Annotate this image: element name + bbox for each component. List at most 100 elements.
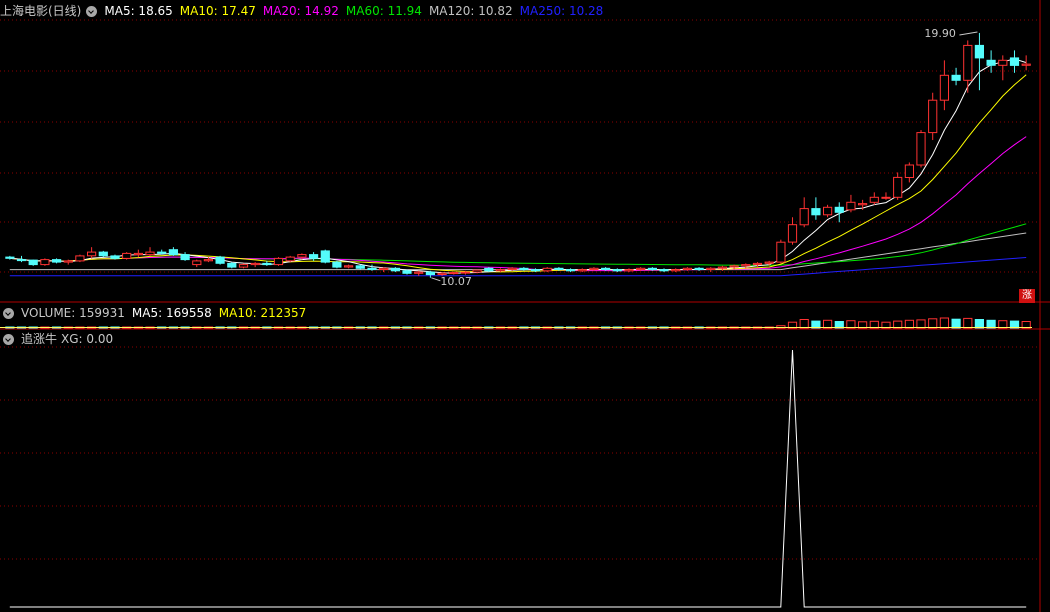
candle-body — [250, 262, 260, 266]
candle-body — [776, 241, 786, 263]
candle-body — [16, 259, 27, 262]
candle-body — [320, 250, 330, 263]
candle-body — [717, 266, 727, 269]
ma20-line — [9, 136, 1027, 272]
ma10-label: MA10: 17.47 — [179, 4, 256, 18]
candle-body — [460, 271, 470, 274]
ma120-line — [9, 232, 1027, 271]
chart-title: 上海电影(日线) — [0, 4, 82, 18]
candle-body — [40, 259, 50, 266]
candle-body — [262, 262, 272, 266]
candle-body — [752, 262, 763, 266]
ma250-label: MA250: 10.28 — [519, 4, 604, 18]
volume-bar — [951, 318, 961, 329]
chevron-down-icon[interactable] — [3, 307, 14, 319]
volume-bar — [974, 319, 984, 329]
candle-body — [63, 260, 73, 263]
candle-body — [694, 267, 704, 270]
candle-body — [764, 261, 774, 264]
indicator-name: 追涨牛 — [21, 332, 58, 346]
candle-body — [647, 267, 657, 270]
candle-body — [110, 255, 120, 259]
volume-bar — [928, 318, 938, 329]
candle-body — [332, 261, 342, 268]
max-pointer — [959, 31, 978, 36]
candle-body — [706, 267, 716, 270]
candle-body — [624, 269, 634, 272]
chevron-down-icon[interactable] — [86, 5, 98, 17]
min-price-label: 10.07 — [440, 274, 472, 288]
indicator-xg-label: XG: 0.00 — [61, 332, 114, 346]
volume-bar — [869, 320, 879, 329]
candle-body — [519, 267, 529, 270]
candle-body — [974, 44, 984, 59]
ma120-label: MA120: 10.82 — [428, 4, 513, 18]
candle-body — [507, 267, 517, 270]
candle-body — [309, 254, 319, 259]
candle-body — [484, 267, 494, 272]
candle-body — [75, 255, 85, 262]
candle-body — [823, 206, 833, 216]
chevron-down-icon[interactable] — [3, 333, 14, 345]
candle-body — [671, 269, 681, 272]
volume-label: VOLUME: 159931 — [21, 306, 125, 320]
candle-body — [449, 272, 459, 275]
candle-body — [998, 59, 1008, 66]
candle-body — [215, 256, 225, 264]
ma60-line — [9, 223, 1027, 266]
ma5-label: MA5: 18.65 — [104, 4, 173, 18]
volume-bar — [811, 320, 821, 329]
candle-body — [28, 259, 38, 266]
candle-body — [893, 176, 903, 198]
candle-body — [390, 267, 400, 272]
candle-body — [133, 252, 144, 256]
candle-body — [589, 267, 599, 270]
candle-body — [869, 196, 879, 203]
candle-body — [542, 267, 552, 272]
volume-bar — [939, 317, 949, 329]
candle-body — [787, 224, 798, 243]
candle-body — [273, 257, 284, 266]
main-chart-header: 上海电影(日线) MA5: 18.65 MA10: 17.47 MA20: 14… — [0, 2, 610, 20]
candle-body — [238, 264, 249, 268]
volume-bar — [916, 319, 926, 329]
candle-body — [192, 260, 202, 266]
volume-ma10-label: MA10: 212357 — [218, 306, 307, 320]
candle-body — [811, 208, 821, 216]
xg-line — [9, 349, 1027, 608]
candle-body — [904, 164, 914, 178]
candle-body — [355, 265, 365, 269]
candle-body — [636, 267, 646, 270]
candle-body — [834, 206, 844, 213]
candle-body — [659, 269, 669, 272]
candle-body — [285, 256, 295, 262]
candle-body — [367, 267, 377, 270]
candle-body — [612, 269, 622, 272]
max-price-label: 19.90 — [924, 26, 956, 40]
candle-body — [5, 256, 15, 259]
volume-bar — [904, 319, 914, 329]
candle-body — [577, 269, 587, 272]
ma250-line — [9, 257, 1027, 277]
volume-header: VOLUME: 159931 MA5: 169558 MA10: 212357 — [0, 304, 313, 322]
candle-body — [682, 267, 692, 270]
candle-body — [741, 264, 751, 267]
candle-body — [1021, 63, 1031, 66]
candle-body — [414, 271, 424, 274]
min-pointer — [431, 277, 441, 282]
volume-bar — [846, 320, 856, 329]
candle-body — [566, 269, 576, 272]
volume-bar — [893, 320, 903, 329]
indicator-header: 追涨牛 XG: 0.00 — [0, 330, 120, 348]
candle-body — [472, 269, 482, 273]
candle-body — [881, 196, 891, 199]
candle-body — [951, 74, 961, 81]
volume-bar — [799, 319, 809, 329]
volume-bar — [998, 320, 1008, 329]
rise-badge[interactable]: 涨 — [1019, 289, 1035, 303]
candle-body — [344, 265, 354, 268]
ma60-label: MA60: 11.94 — [345, 4, 422, 18]
ma5-line — [9, 58, 1027, 274]
candle-body — [846, 201, 856, 211]
candle-body — [425, 271, 435, 276]
